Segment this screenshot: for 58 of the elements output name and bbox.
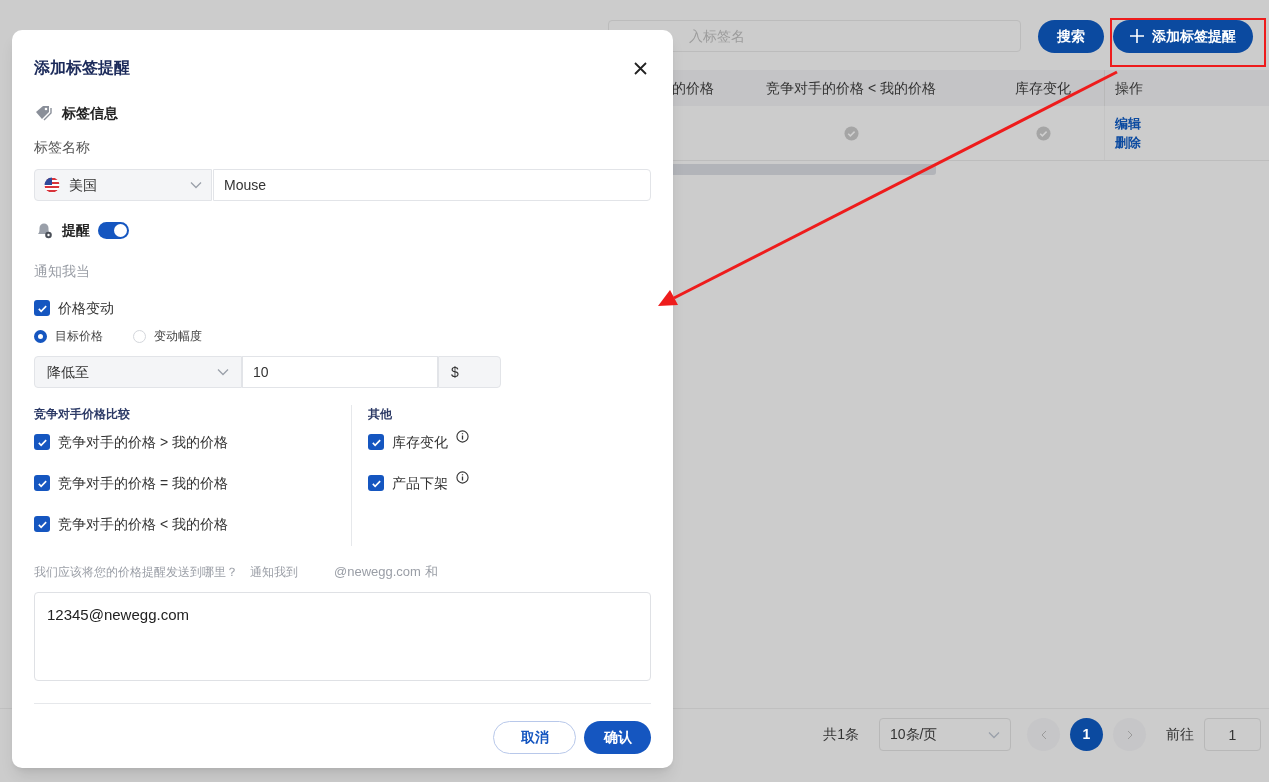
plus-icon [1130,29,1144,43]
add-reminder-button[interactable]: 添加标签提醒 [1113,19,1253,53]
page-size-select[interactable]: 10条/页 [879,718,1011,751]
goto-page-field[interactable]: 1 [1204,718,1261,751]
cancel-button[interactable]: 取消 [493,721,576,754]
country-select[interactable]: 美国 [34,169,212,201]
radio-button[interactable] [34,329,47,343]
column-header: 库存变化 [1015,78,1071,98]
chevron-right-icon [1126,729,1133,740]
radio-label: 变动幅度 [154,328,202,345]
option-label: 库存变化 [392,432,448,452]
chevron-down-icon [217,368,229,376]
check-circle-icon [843,125,859,141]
email-field[interactable]: 12345@newegg.com [34,592,651,681]
chevron-left-icon [1040,729,1047,740]
chevron-down-icon [988,730,1000,739]
flag-icon [44,177,60,193]
field-label: 标签名称 [34,138,90,157]
tag-name-field[interactable]: Mouse [213,169,651,201]
direction-select[interactable]: 降低至 [34,356,242,388]
action-link[interactable]: 删除 [1115,136,1141,149]
checkbox[interactable] [368,434,384,450]
chevron-down-icon [190,181,202,189]
option-label: 产品下架 [392,473,448,493]
option-label: 竞争对手的价格 > 我的价格 [58,432,228,452]
total-count: 共1条 [823,725,859,744]
checkbox[interactable] [34,475,50,491]
email-domain: @newegg.com 和 [334,563,438,582]
check-circle-icon [1035,125,1051,141]
checkbox[interactable] [34,516,50,532]
currency-unit: $ [438,356,501,388]
action-link[interactable]: 编辑 [1115,117,1141,130]
column-header: 的价格 [672,78,714,98]
goto-label: 前往 [1166,725,1194,744]
column-header: 操作 [1115,78,1143,98]
tag-icon [34,104,54,122]
checkbox[interactable] [368,475,384,491]
group-heading: 竞争对手价格比较 [34,406,130,423]
checkbox[interactable] [34,300,50,316]
destination-question: 我们应该将您的价格提醒发送到哪里？ [34,564,238,581]
price-field[interactable]: 10 [242,356,438,388]
notify-to-label: 通知我到 [250,564,299,581]
option-label: 竞争对手的价格 = 我的价格 [58,473,228,493]
option-label: 价格变动 [58,298,114,318]
dialog-title: 添加标签提醒 [34,58,130,78]
radio-label: 目标价格 [55,328,103,345]
section-heading: 标签信息 [62,103,118,123]
checkbox[interactable] [34,434,50,450]
search-button[interactable]: 搜索 [1038,19,1104,53]
group-heading: 其他 [368,406,392,423]
notify-label: 通知我当 [34,262,90,281]
option-label: 竞争对手的价格 < 我的价格 [58,514,228,534]
column-header: 竞争对手的价格 < 我的价格 [766,78,936,98]
close-icon[interactable] [634,61,647,75]
reminder-toggle[interactable] [98,221,129,239]
section-heading: 提醒 [62,220,90,240]
confirm-button[interactable]: 确认 [584,721,651,754]
page-button[interactable]: 1 [1070,718,1103,751]
